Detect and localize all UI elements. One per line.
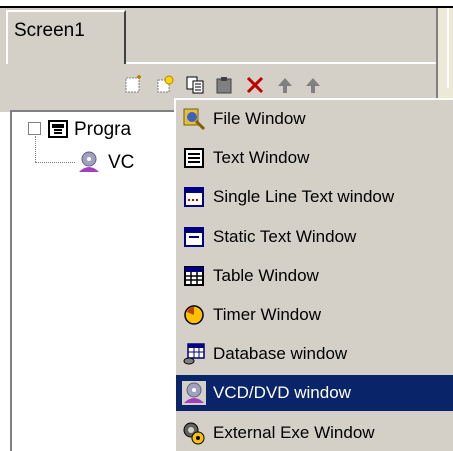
text-window-icon	[182, 146, 206, 170]
menu-item-file-window[interactable]: File Window	[176, 101, 453, 137]
menu-item-static-text-window[interactable]: Static Text Window	[176, 219, 453, 255]
vcd-dvd-icon	[182, 381, 206, 405]
static-text-icon	[182, 225, 206, 249]
menu-item-label: VCD/DVD window	[213, 383, 351, 402]
menu-item-label: File Window	[213, 109, 306, 128]
menu-item-vcd-dvd-window[interactable]: VCD/DVD window	[176, 375, 453, 411]
menu-item-label: Static Text Window	[213, 227, 357, 246]
database-window-icon	[182, 342, 206, 366]
table-window-icon	[182, 264, 206, 288]
tree-panel-left-border	[10, 112, 12, 451]
move-up-icon[interactable]	[274, 74, 296, 96]
menu-item-label: Text Window	[213, 148, 310, 167]
tree-connector	[35, 136, 36, 162]
menu-item-text-window[interactable]: Text Window	[176, 140, 453, 176]
single-line-text-icon	[182, 185, 206, 209]
program-icon	[48, 120, 68, 138]
menu-item-timer-window[interactable]: Timer Window	[176, 297, 453, 333]
copy-icon[interactable]	[184, 74, 206, 96]
tree-item-program[interactable]: Progra	[74, 119, 131, 141]
menu-item-table-window[interactable]: Table Window	[176, 258, 453, 294]
menu-item-single-line-text-window[interactable]: Single Line Text window	[176, 179, 453, 215]
menu-item-label: Timer Window	[213, 305, 321, 324]
menu-item-database-window[interactable]: Database window	[176, 336, 453, 372]
menu-item-label: Single Line Text window	[213, 187, 395, 206]
timer-window-icon	[182, 303, 206, 327]
move-down-icon[interactable]	[302, 74, 324, 96]
delete-icon[interactable]	[244, 74, 266, 96]
menu-item-label: Database window	[213, 344, 348, 363]
new-icon[interactable]	[122, 74, 144, 96]
tree-item-vcd[interactable]: VC	[108, 152, 134, 174]
menu-item-label: External Exe Window	[213, 423, 375, 442]
menu-item-label: Table Window	[213, 266, 319, 285]
tab-screen1-label: Screen1	[14, 20, 85, 41]
tree-collapse-toggle[interactable]: ⊟	[28, 122, 41, 135]
menu-item-external-exe-window[interactable]: External Exe Window	[176, 415, 453, 451]
paste-icon[interactable]	[214, 74, 236, 96]
file-window-icon	[182, 107, 206, 131]
right-pane-highlight	[447, 8, 449, 88]
external-exe-icon	[182, 421, 206, 445]
tree-connector	[35, 162, 75, 163]
new-star-icon[interactable]	[154, 74, 176, 96]
vcd-icon	[76, 150, 102, 174]
